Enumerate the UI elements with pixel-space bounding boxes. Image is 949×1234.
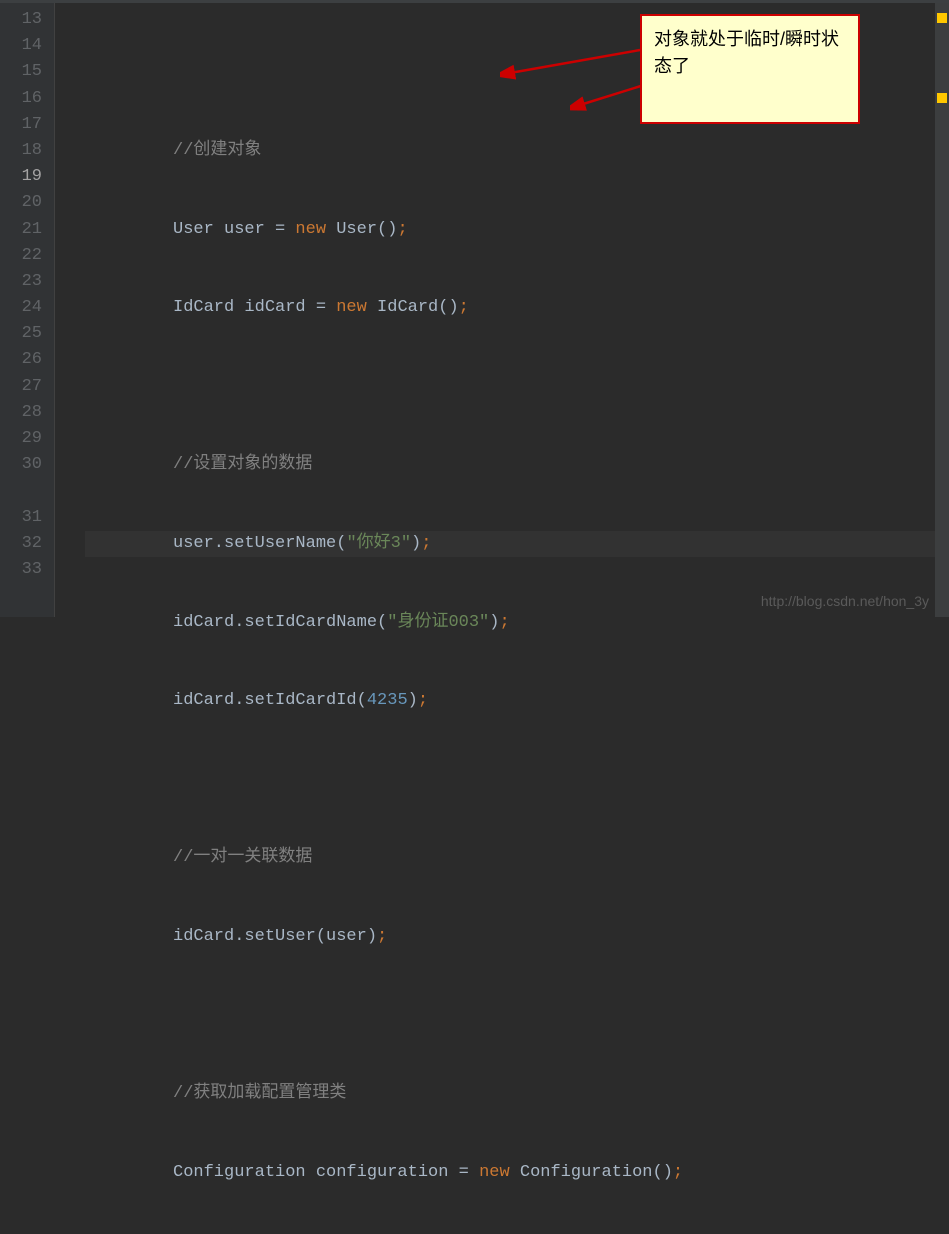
code-line-active: user.setUserName("你好3"); xyxy=(85,531,949,557)
keyword: new xyxy=(479,1163,510,1182)
line-number: 21 xyxy=(0,217,42,243)
line-number: 23 xyxy=(0,269,42,295)
number-literal: 4235 xyxy=(367,691,408,710)
annotation-text: 对象就处于临时/瞬时状态了 xyxy=(654,29,839,76)
semicolon: ; xyxy=(397,220,407,239)
line-number xyxy=(0,583,42,609)
code-line xyxy=(85,1003,949,1029)
code-text: ) xyxy=(489,613,499,632)
code-text: ) xyxy=(411,534,421,553)
line-number: 18 xyxy=(0,138,42,164)
line-number: 17 xyxy=(0,112,42,138)
code-line: Configuration configuration = new Config… xyxy=(85,1160,949,1186)
code-line: //设置对象的数据 xyxy=(85,452,949,478)
code-line xyxy=(85,767,949,793)
code-line: //一对一关联数据 xyxy=(85,845,949,871)
annotation-callout: 对象就处于临时/瞬时状态了 xyxy=(640,14,860,124)
scrollbar-track[interactable] xyxy=(935,3,949,617)
line-number: 25 xyxy=(0,321,42,347)
keyword: new xyxy=(336,298,367,317)
semicolon: ; xyxy=(377,927,387,946)
semicolon: ; xyxy=(421,534,431,553)
code-line xyxy=(85,374,949,400)
comment: //创建对象 xyxy=(173,141,261,160)
line-number: 26 xyxy=(0,347,42,373)
string-literal: "你好3" xyxy=(346,534,411,553)
line-number: 29 xyxy=(0,426,42,452)
line-number: 24 xyxy=(0,295,42,321)
code-line: //获取加载配置管理类 xyxy=(85,1081,949,1107)
code-line: idCard.setIdCardId(4235); xyxy=(85,688,949,714)
code-text: User user = xyxy=(173,220,295,239)
code-line: //创建对象 xyxy=(85,138,949,164)
line-number: 22 xyxy=(0,243,42,269)
keyword: new xyxy=(295,220,326,239)
line-number: 16 xyxy=(0,86,42,112)
code-text: Configuration() xyxy=(510,1163,673,1182)
semicolon: ; xyxy=(499,613,509,632)
scrollbar-marker-icon[interactable] xyxy=(937,13,947,23)
code-text: IdCard idCard = xyxy=(173,298,336,317)
line-number: 20 xyxy=(0,190,42,216)
line-number: 28 xyxy=(0,400,42,426)
code-text: user.setUserName( xyxy=(173,534,346,553)
code-line: User user = new User(); xyxy=(85,217,949,243)
string-literal: "身份证003" xyxy=(387,613,489,632)
code-text: Configuration configuration = xyxy=(173,1163,479,1182)
line-number: 27 xyxy=(0,374,42,400)
line-number: 30 xyxy=(0,452,42,478)
line-number: 32 xyxy=(0,531,42,557)
code-text: idCard.setIdCardName( xyxy=(173,613,387,632)
line-number: 14 xyxy=(0,33,42,59)
line-number-gutter: 13 14 15 16 17 18 19 20 21 22 23 24 25 2… xyxy=(0,3,55,617)
scrollbar-marker-icon[interactable] xyxy=(937,93,947,103)
code-line: idCard.setIdCardName("身份证003"); xyxy=(85,610,949,636)
code-text: ) xyxy=(408,691,418,710)
comment: //一对一关联数据 xyxy=(173,848,312,867)
watermark-text: http://blog.csdn.net/hon_3y xyxy=(761,593,929,609)
line-number xyxy=(0,478,42,504)
line-number: 33 xyxy=(0,557,42,583)
code-text: User() xyxy=(326,220,397,239)
semicolon: ; xyxy=(673,1163,683,1182)
line-number: 15 xyxy=(0,59,42,85)
code-line: IdCard idCard = new IdCard(); xyxy=(85,295,949,321)
code-text: idCard.setIdCardId( xyxy=(173,691,367,710)
comment: //获取加载配置管理类 xyxy=(173,1084,346,1103)
code-text: IdCard() xyxy=(367,298,459,317)
semicolon: ; xyxy=(459,298,469,317)
line-number: 31 xyxy=(0,505,42,531)
code-line: idCard.setUser(user); xyxy=(85,924,949,950)
line-number: 13 xyxy=(0,7,42,33)
semicolon: ; xyxy=(418,691,428,710)
comment: //设置对象的数据 xyxy=(173,455,312,474)
code-text: idCard.setUser(user) xyxy=(173,927,377,946)
line-number: 19 xyxy=(0,164,42,190)
